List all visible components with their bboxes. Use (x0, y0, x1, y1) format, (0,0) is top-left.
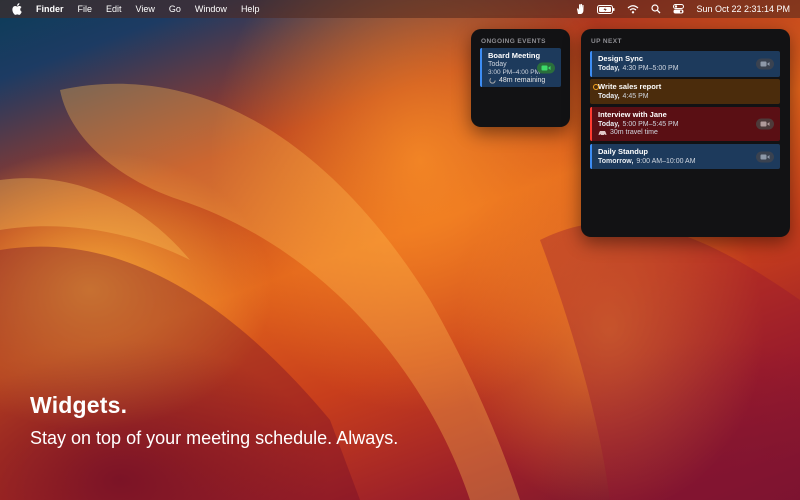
event-day: Today, (598, 93, 620, 100)
hero-title: Widgets. (30, 392, 128, 418)
hero-subtitle: Stay on top of your meeting schedule. Al… (30, 428, 399, 448)
menu-extras: Sun Oct 22 2:31:14 PM (575, 0, 790, 18)
wifi-icon[interactable] (627, 4, 639, 14)
menu-go[interactable]: Go (169, 4, 181, 14)
event-title: Design Sync (598, 54, 644, 63)
menu-window[interactable]: Window (195, 4, 227, 14)
travel-time-label: 30m travel time (610, 129, 658, 136)
event-daily-standup[interactable]: Daily Standup Tomorrow, 9:00 AM–10:00 AM (590, 144, 780, 169)
video-call-icon[interactable] (756, 151, 774, 162)
menu-edit[interactable]: Edit (106, 4, 122, 14)
search-icon[interactable] (651, 4, 661, 14)
event-when: Today, 5:00 PM–5:45 PM (598, 121, 774, 128)
event-day: Tomorrow, (598, 158, 634, 165)
event-title: Board Meeting (488, 51, 541, 60)
menu-file[interactable]: File (78, 4, 93, 14)
menu-help[interactable]: Help (241, 4, 260, 14)
apple-icon[interactable] (12, 3, 22, 15)
event-title: Write sales report (598, 82, 662, 91)
event-time: 9:00 AM–10:00 AM (636, 158, 696, 165)
event-time: 5:00 PM–5:45 PM (622, 121, 679, 128)
event-when: Today, 4:30 PM–5:00 PM (598, 65, 774, 72)
event-when: Tomorrow, 9:00 AM–10:00 AM (598, 158, 774, 165)
event-interview-with-jane[interactable]: Interview with Jane Today, 5:00 PM–5:45 P… (590, 107, 780, 141)
event-time: 4:45 PM (622, 93, 649, 100)
menubar-clock[interactable]: Sun Oct 22 2:31:14 PM (696, 4, 790, 14)
remaining-label: 48m remaining (499, 77, 546, 84)
event-day: Today, (598, 121, 620, 128)
event-title: Daily Standup (598, 147, 649, 156)
up-next-widget[interactable]: UP NEXT Design Sync Today, 4:30 PM–5:00 P… (581, 29, 790, 237)
event-title: Interview with Jane (598, 110, 667, 119)
car-icon (598, 130, 607, 136)
widget-header: UP NEXT (591, 38, 622, 45)
event-time: 4:30 PM–5:00 PM (622, 65, 679, 72)
menu-view[interactable]: View (136, 4, 155, 14)
time-remaining: 48m remaining (489, 77, 545, 84)
video-call-icon[interactable] (756, 58, 774, 70)
menu-app-name[interactable]: Finder (36, 4, 64, 14)
video-call-icon[interactable] (537, 62, 555, 73)
event-when: Today, 4:45 PM (598, 93, 774, 100)
event-day: Today, (598, 65, 620, 72)
task-circle-icon[interactable] (593, 84, 599, 90)
ongoing-events-widget[interactable]: ONGOING EVENTS Board Meeting Today 3:00 … (471, 29, 570, 127)
menu-bar: Finder File Edit View Go Window Help Sun… (0, 0, 800, 18)
progress-ring-icon (489, 77, 496, 84)
travel-time: 30m travel time (598, 129, 774, 136)
control-center-icon[interactable] (673, 4, 685, 14)
widget-header: ONGOING EVENTS (481, 38, 546, 45)
battery-icon[interactable] (597, 4, 615, 14)
event-write-sales-report[interactable]: Write sales report Today, 4:45 PM (590, 79, 780, 104)
video-call-icon[interactable] (756, 118, 774, 130)
hand-icon[interactable] (575, 3, 585, 15)
event-design-sync[interactable]: Design Sync Today, 4:30 PM–5:00 PM (590, 51, 780, 77)
